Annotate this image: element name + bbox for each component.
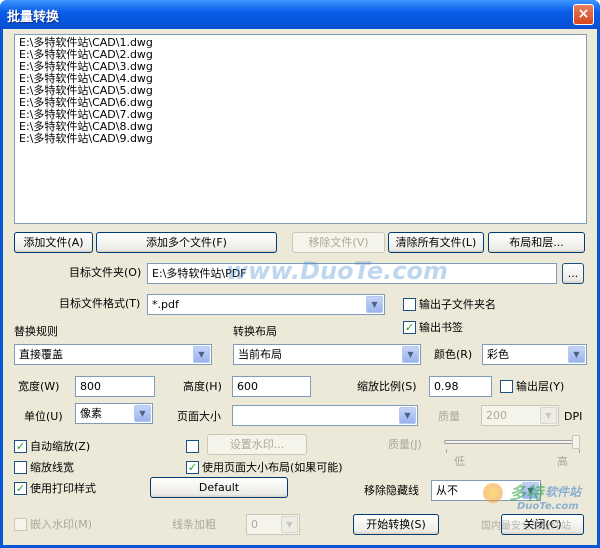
quality-select[interactable]: 200 ▼ (481, 405, 559, 426)
embed-watermark-checkbox[interactable] (14, 518, 27, 531)
scale-label: 缩放比例(S) (357, 380, 417, 393)
file-list[interactable]: E:\多特软件站\CAD\1.dwg E:\多特软件站\CAD\2.dwg E:… (14, 34, 587, 224)
quality-label: 质量 (438, 410, 460, 423)
add-multiple-files-button[interactable]: 添加多个文件(F) (96, 232, 277, 253)
zoom-linewidth-label: 缩放线宽 (30, 461, 74, 474)
height-input[interactable]: 600 (232, 376, 311, 397)
start-convert-button[interactable]: 开始转换(S) (353, 514, 439, 535)
logo-slogan-text: 国内最安全的软件站 (481, 521, 571, 532)
auto-zoom-label: 自动缩放(Z) (30, 440, 91, 453)
page-size-label: 页面大小 (177, 410, 221, 423)
color-select[interactable]: 彩色 ▼ (482, 344, 587, 365)
site-watermark: www.DuoTe.com (226, 257, 448, 285)
color-label: 颜色(R) (434, 348, 473, 361)
target-folder-label: 目标文件夹(O) (69, 266, 142, 279)
chevron-down-icon[interactable]: ▼ (281, 516, 298, 533)
set-watermark-button[interactable]: 设置水印... (207, 434, 307, 455)
line-bold-select[interactable]: 0 ▼ (246, 514, 300, 535)
watermark-checkbox[interactable] (186, 440, 199, 453)
target-format-label: 目标文件格式(T) (59, 297, 141, 310)
width-input[interactable]: 800 (75, 376, 155, 397)
logo-sub-text: 软件站 (545, 485, 582, 499)
logo-url-text: DuoTe.com (517, 501, 579, 512)
remove-hidden-lines-value: 从不 (436, 484, 458, 497)
height-label: 高度(H) (183, 380, 222, 393)
chevron-down-icon[interactable]: ▼ (399, 407, 416, 424)
scale-input[interactable]: 0.98 (429, 376, 492, 397)
line-bold-value: 0 (251, 518, 258, 531)
output-bookmark-label: 输出书签 (419, 321, 463, 334)
duote-logo: 多特 软件站 DuoTe.com 国内最安全的软件站 (479, 477, 597, 543)
output-layer-checkbox[interactable] (500, 380, 513, 393)
chevron-down-icon[interactable]: ▼ (134, 405, 151, 422)
default-button[interactable]: Default (150, 477, 288, 498)
convert-layout-select[interactable]: 当前布局 ▼ (233, 344, 421, 365)
replace-rule-select[interactable]: 直接覆盖 ▼ (14, 344, 212, 365)
dialog-body: E:\多特软件站\CAD\1.dwg E:\多特软件站\CAD\2.dwg E:… (3, 29, 597, 545)
auto-zoom-checkbox[interactable]: ✓ (14, 440, 27, 453)
unit-select[interactable]: 像素 ▼ (75, 403, 153, 424)
embed-watermark-label: 嵌入水印(M) (30, 518, 93, 531)
zoom-linewidth-checkbox[interactable] (14, 461, 27, 474)
chevron-down-icon[interactable]: ▼ (540, 407, 557, 424)
replace-rule-value: 直接覆盖 (19, 348, 63, 361)
layout-and-layers-button[interactable]: 布局和层... (488, 232, 585, 253)
convert-layout-value: 当前布局 (238, 348, 282, 361)
target-format-select[interactable]: *.pdf ▼ (147, 294, 385, 315)
unit-label: 单位(U) (24, 410, 63, 423)
slider-high-label: 高 (557, 455, 568, 468)
target-format-value: *.pdf (152, 298, 179, 311)
chevron-down-icon[interactable]: ▼ (193, 346, 210, 363)
width-label: 宽度(W) (18, 380, 60, 393)
slider-tick (446, 449, 447, 453)
output-bookmark-checkbox[interactable]: ✓ (403, 321, 416, 334)
window-title: 批量转换 (7, 10, 60, 25)
file-list-item[interactable]: E:\多特软件站\CAD\9.dwg (19, 133, 582, 145)
browse-folder-button[interactable]: ... (562, 263, 584, 284)
quality-value: 200 (486, 409, 507, 422)
chevron-down-icon[interactable]: ▼ (366, 296, 383, 313)
use-print-style-checkbox[interactable]: ✓ (14, 482, 27, 495)
use-page-size-layout-label: 使用页面大小布局(如果可能) (202, 461, 343, 474)
quality-slider[interactable] (444, 440, 580, 444)
title-bar[interactable]: 批量转换 × (0, 0, 600, 29)
chevron-down-icon[interactable]: ▼ (568, 346, 585, 363)
output-subfolder-checkbox[interactable] (403, 298, 416, 311)
quality-j-label: 质量(J) (388, 438, 422, 451)
dpi-label: DPI (564, 410, 583, 423)
quality-slider-thumb[interactable] (572, 435, 580, 449)
replace-rule-label: 替换规则 (14, 325, 58, 338)
remove-file-button[interactable]: 移除文件(V) (292, 232, 385, 253)
slider-low-label: 低 (454, 455, 465, 468)
color-value: 彩色 (487, 348, 509, 361)
unit-value: 像素 (80, 407, 102, 420)
close-window-button[interactable]: × (573, 4, 594, 25)
output-subfolder-label: 输出子文件夹名 (419, 298, 496, 311)
chevron-down-icon[interactable]: ▼ (402, 346, 419, 363)
slider-tick (579, 449, 580, 453)
output-layer-label: 输出层(Y) (516, 380, 565, 393)
use-page-size-layout-checkbox[interactable]: ✓ (186, 461, 199, 474)
dialog-window: 批量转换 × E:\多特软件站\CAD\1.dwg E:\多特软件站\CAD\2… (0, 0, 600, 548)
add-file-button[interactable]: 添加文件(A) (14, 232, 93, 253)
convert-layout-label: 转换布局 (233, 325, 277, 338)
remove-hidden-lines-label: 移除隐藏线 (364, 484, 419, 497)
clear-all-files-button[interactable]: 清除所有文件(L) (388, 232, 484, 253)
page-size-select[interactable]: ▼ (232, 405, 418, 426)
use-print-style-label: 使用打印样式 (30, 482, 96, 495)
line-bold-label: 线条加粗 (172, 518, 216, 531)
